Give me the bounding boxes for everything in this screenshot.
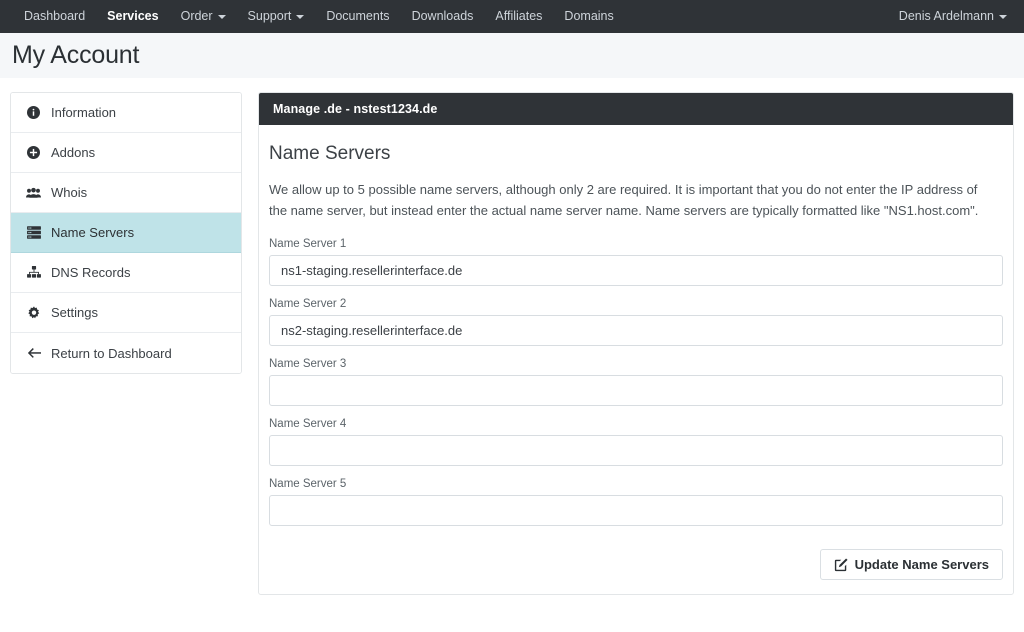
- update-name-servers-button[interactable]: Update Name Servers: [819, 549, 1003, 581]
- field-label: Name Server 3: [269, 358, 347, 371]
- sidebar-item-dns-records[interactable]: DNS Records: [11, 253, 241, 293]
- content-area: Information Addons Whois Name Servers DN…: [0, 78, 1024, 596]
- gear-icon: [25, 305, 42, 320]
- name-server-3-input[interactable]: [269, 375, 1003, 407]
- sidebar-item-settings[interactable]: Settings: [11, 293, 241, 333]
- user-menu-label: Denis Ardelmann: [898, 9, 994, 23]
- nav-item-domains[interactable]: Domains: [553, 0, 624, 33]
- page-header: My Account: [0, 33, 1024, 78]
- nav-item-label: Dashboard: [24, 9, 86, 23]
- chevron-down-icon: [296, 14, 305, 19]
- chevron-down-icon: [999, 14, 1007, 19]
- name-server-4-input[interactable]: [269, 435, 1003, 467]
- sidebar-item-label: Information: [51, 105, 117, 120]
- arrow-left-icon: [25, 346, 42, 361]
- nav-item-documents[interactable]: Documents: [315, 0, 400, 33]
- page-title: My Account: [12, 41, 140, 69]
- field-label: Name Server 4: [269, 418, 347, 431]
- sidebar-item-whois[interactable]: Whois: [11, 173, 241, 213]
- field-name-server-1: Name Server 1: [269, 238, 1003, 287]
- info-circle-icon: [25, 105, 42, 120]
- plus-circle-icon: [25, 145, 42, 160]
- sidebar-item-label: Settings: [51, 305, 98, 320]
- name-server-5-input[interactable]: [269, 495, 1003, 527]
- nav-item-downloads[interactable]: Downloads: [401, 0, 485, 33]
- panel-body: Name Servers We allow up to 5 possible n…: [259, 125, 1013, 594]
- panel-header: Manage .de - nstest1234.de: [259, 93, 1013, 125]
- sidebar-item-label: Addons: [51, 145, 96, 160]
- field-label: Name Server 5: [269, 478, 347, 491]
- nav-item-affiliates[interactable]: Affiliates: [484, 0, 553, 33]
- name-servers-panel: Manage .de - nstest1234.de Name Servers …: [258, 92, 1014, 596]
- field-name-server-5: Name Server 5: [269, 478, 1003, 527]
- top-navbar: Dashboard Services Order Support Documen…: [0, 0, 1024, 33]
- nav-item-label: Order: [180, 9, 213, 23]
- sidebar-item-name-servers[interactable]: Name Servers: [11, 213, 241, 253]
- sidebar-item-label: DNS Records: [51, 265, 131, 280]
- nav-item-label: Downloads: [411, 9, 474, 23]
- nav-item-order[interactable]: Order: [170, 0, 237, 33]
- nav-item-label: Services: [107, 9, 159, 23]
- server-icon: [25, 225, 42, 240]
- pencil-square-icon: [834, 558, 848, 572]
- user-menu[interactable]: Denis Ardelmann: [888, 0, 1011, 33]
- field-label: Name Server 2: [269, 298, 347, 311]
- sitemap-icon: [25, 265, 42, 280]
- sidebar-item-addons[interactable]: Addons: [11, 133, 241, 173]
- nav-item-services[interactable]: Services: [96, 0, 169, 33]
- nav-item-label: Support: [247, 9, 292, 23]
- panel-actions: Update Name Servers: [269, 538, 1003, 581]
- field-label: Name Server 1: [269, 238, 347, 251]
- navbar-right: Denis Ardelmann: [888, 0, 1011, 33]
- field-name-server-3: Name Server 3: [269, 358, 1003, 407]
- sidebar-item-information[interactable]: Information: [11, 93, 241, 133]
- nav-item-label: Documents: [326, 9, 390, 23]
- name-server-1-input[interactable]: [269, 255, 1003, 287]
- sidebar-item-label: Whois: [51, 185, 88, 200]
- nav-item-label: Affiliates: [495, 9, 543, 23]
- sidebar: Information Addons Whois Name Servers DN…: [10, 92, 242, 374]
- field-name-server-2: Name Server 2: [269, 298, 1003, 347]
- nav-item-label: Domains: [564, 9, 614, 23]
- nav-item-dashboard[interactable]: Dashboard: [13, 0, 96, 33]
- nav-item-support[interactable]: Support: [237, 0, 316, 33]
- navbar-links: Dashboard Services Order Support Documen…: [13, 0, 625, 33]
- sidebar-item-return-to-dashboard[interactable]: Return to Dashboard: [11, 333, 241, 373]
- name-server-2-input[interactable]: [269, 315, 1003, 347]
- panel-heading: Name Servers: [269, 143, 391, 164]
- field-name-server-4: Name Server 4: [269, 418, 1003, 467]
- sidebar-item-label: Return to Dashboard: [51, 345, 172, 361]
- chevron-down-icon: [217, 14, 226, 19]
- panel-description: We allow up to 5 possible name servers, …: [269, 182, 979, 219]
- update-name-servers-label: Update Name Servers: [854, 557, 989, 573]
- users-icon: [25, 185, 42, 200]
- sidebar-item-label: Name Servers: [51, 225, 135, 240]
